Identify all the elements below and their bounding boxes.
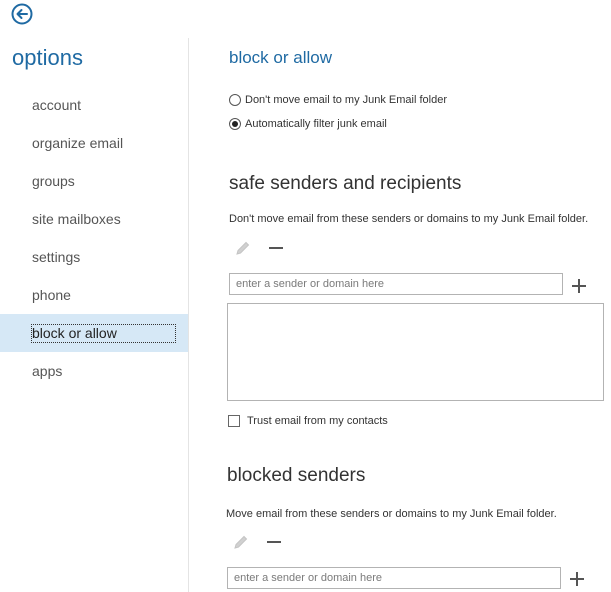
safe-senders-list[interactable]	[227, 303, 604, 401]
radio-dont-move-junk[interactable]: Don't move email to my Junk Email folder	[229, 92, 447, 108]
sidebar-item-label: groups	[32, 173, 75, 189]
minus-icon[interactable]	[266, 534, 282, 550]
pencil-icon[interactable]	[233, 534, 249, 550]
trust-contacts-checkbox[interactable]	[228, 415, 240, 427]
sidebar-item-groups[interactable]: groups	[0, 162, 188, 200]
sidebar-nav: account organize email groups site mailb…	[0, 86, 188, 390]
sidebar-item-block-or-allow[interactable]: block or allow	[0, 314, 188, 352]
safe-senders-description: Don't move email from these senders or d…	[229, 213, 589, 225]
radio-label: Automatically filter junk email	[245, 118, 387, 130]
trust-contacts-label: Trust email from my contacts	[247, 415, 388, 427]
radio-auto-filter-junk[interactable]: Automatically filter junk email	[229, 116, 387, 132]
blocked-senders-title: blocked senders	[227, 465, 366, 486]
blocked-senders-description: Move email from these senders or domains…	[226, 508, 557, 520]
sidebar-item-label: account	[32, 97, 82, 113]
radio-label: Don't move email to my Junk Email folder	[245, 94, 448, 106]
sidebar-item-organize-email[interactable]: organize email	[0, 124, 188, 162]
safe-sender-input[interactable]	[229, 273, 563, 295]
sidebar-item-label: organize email	[32, 135, 124, 151]
sidebar-item-label: block or allow	[31, 324, 176, 343]
sidebar-item-apps[interactable]: apps	[0, 352, 188, 390]
sidebar-item-phone[interactable]: phone	[0, 276, 188, 314]
sidebar-item-site-mailboxes[interactable]: site mailboxes	[0, 200, 188, 238]
add-blocked-sender-button[interactable]	[569, 571, 585, 587]
sidebar: options account organize email groups si…	[0, 0, 188, 592]
sidebar-item-label: site mailboxes	[32, 211, 121, 227]
plus-icon	[570, 572, 584, 586]
sidebar-divider	[188, 38, 189, 592]
blocked-sender-input[interactable]	[227, 567, 561, 589]
sidebar-item-label: phone	[32, 287, 71, 303]
sidebar-item-settings[interactable]: settings	[0, 238, 188, 276]
sidebar-item-label: apps	[32, 363, 63, 379]
add-safe-sender-button[interactable]	[571, 278, 587, 294]
sidebar-item-label: settings	[32, 249, 81, 265]
page-title: block or allow	[229, 48, 332, 67]
trust-contacts-checkbox-row[interactable]: Trust email from my contacts	[228, 415, 388, 427]
sidebar-title: options	[12, 45, 83, 70]
safe-senders-title: safe senders and recipients	[229, 173, 462, 194]
radio-button-checked[interactable]	[229, 118, 241, 130]
pencil-icon[interactable]	[235, 240, 251, 256]
sidebar-item-account[interactable]: account	[0, 86, 188, 124]
radio-button[interactable]	[229, 94, 241, 106]
minus-icon[interactable]	[268, 240, 284, 256]
plus-icon	[572, 279, 586, 293]
